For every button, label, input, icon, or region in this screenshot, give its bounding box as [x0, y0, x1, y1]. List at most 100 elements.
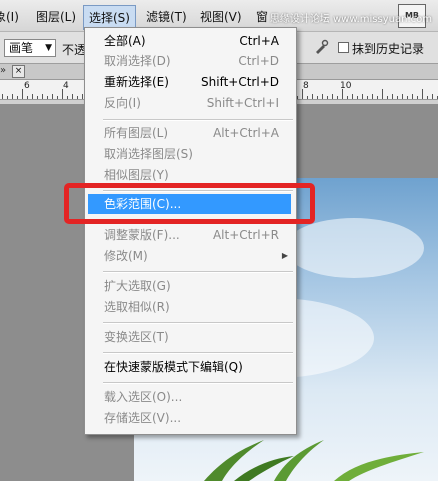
ruler-tick — [72, 94, 73, 99]
menu-separator — [103, 382, 293, 384]
ruler-tick — [332, 94, 333, 99]
menu-image[interactable]: 象(I) — [0, 8, 19, 25]
ruler-tick — [37, 96, 38, 99]
menu-item-label: 调整蒙版(F)... — [104, 228, 180, 242]
brush-label: 画笔 — [9, 41, 34, 55]
erase-to-history-checkbox[interactable] — [338, 42, 349, 53]
ruler-tick — [327, 96, 328, 99]
menu-item-quick-mask[interactable]: 在快速蒙版模式下编辑(Q) — [104, 357, 294, 377]
ruler-tick — [57, 96, 58, 99]
ruler-tick — [422, 89, 423, 99]
menu-item-label: 扩大选取(G) — [104, 279, 171, 293]
menu-item-shortcut: Shift+Ctrl+D — [201, 75, 279, 89]
ruler-tick — [7, 96, 8, 99]
ruler-tick — [342, 89, 343, 99]
ruler-tick — [392, 94, 393, 99]
ruler-tick — [357, 96, 358, 99]
ruler-tick — [297, 96, 298, 99]
menu-item-label: 存储选区(V)... — [104, 411, 182, 425]
ruler-tick — [307, 96, 308, 99]
chevron-down-icon: ▼ — [45, 43, 52, 53]
menu-separator — [103, 322, 293, 324]
menu-item-shortcut: Ctrl+D — [238, 54, 279, 68]
menu-item-reselect[interactable]: 重新选择(E) Shift+Ctrl+D — [104, 72, 294, 92]
brush-preset-select[interactable]: 画笔 ▼ — [4, 39, 56, 57]
ruler-tick — [77, 96, 78, 99]
menu-item-label: 重新选择(E) — [104, 75, 169, 89]
ruler-tick — [407, 96, 408, 99]
menu-view[interactable]: 视图(V) — [200, 8, 242, 25]
ruler-tick — [67, 96, 68, 99]
ruler-tick — [12, 94, 13, 99]
ruler-tick — [367, 96, 368, 99]
ruler-tick — [22, 89, 23, 99]
ruler-tick — [397, 96, 398, 99]
ruler-tick — [27, 96, 28, 99]
menu-item-label: 选取相似(R) — [104, 300, 170, 314]
menu-layer[interactable]: 图层(L) — [36, 8, 76, 25]
ruler-tick — [82, 94, 83, 99]
ruler-number: 6 — [24, 81, 30, 91]
menu-item-label: 取消选择(D) — [104, 54, 171, 68]
menu-item-inverse[interactable]: 反向(I) Shift+Ctrl+I — [104, 93, 294, 113]
menu-item-load-selection[interactable]: 载入选区(O)... — [104, 387, 294, 407]
ruler-tick — [32, 94, 33, 99]
annotation-highlight-box — [64, 183, 315, 224]
menu-item-label: 取消选择图层(S) — [104, 147, 193, 161]
ruler-tick — [17, 96, 18, 99]
ruler-tick — [382, 89, 383, 99]
ruler-tick — [42, 94, 43, 99]
menu-item-similar[interactable]: 选取相似(R) — [104, 297, 294, 317]
menu-item-label: 载入选区(O)... — [104, 390, 183, 404]
submenu-arrow-icon: ▶ — [281, 251, 288, 260]
close-icon[interactable]: × — [12, 65, 25, 78]
ruler-tick — [312, 94, 313, 99]
ruler-tick — [402, 94, 403, 99]
ruler-tick — [372, 94, 373, 99]
ruler-tick — [302, 89, 303, 99]
menu-item-shortcut: Shift+Ctrl+I — [206, 96, 279, 110]
menu-item-shortcut: Alt+Ctrl+A — [213, 126, 279, 140]
ruler-tick — [317, 96, 318, 99]
tab-overflow-icon[interactable]: » — [0, 65, 6, 76]
menu-item-deselect[interactable]: 取消选择(D) Ctrl+D — [104, 51, 294, 71]
menu-item-shortcut: Ctrl+A — [239, 34, 279, 48]
menu-item-label: 相似图层(Y) — [104, 168, 169, 182]
ruler-tick — [417, 96, 418, 99]
watermark: 思缘设计论坛 www.missyuan.com — [269, 14, 432, 25]
ruler-number: 4 — [63, 81, 69, 91]
menu-separator — [103, 352, 293, 354]
menu-separator — [103, 119, 293, 121]
ruler-tick — [412, 94, 413, 99]
ruler-tick — [347, 96, 348, 99]
menu-item-deselect-layers[interactable]: 取消选择图层(S) — [104, 144, 294, 164]
menu-item-label: 所有图层(L) — [104, 126, 169, 140]
menu-item-label: 变换选区(T) — [104, 330, 169, 344]
menu-filter[interactable]: 滤镜(T) — [146, 8, 187, 25]
menu-item-all-layers[interactable]: 所有图层(L) Alt+Ctrl+A — [104, 123, 294, 143]
menu-item-save-selection[interactable]: 存储选区(V)... — [104, 408, 294, 428]
menu-item-similar-layers[interactable]: 相似图层(Y) — [104, 165, 294, 185]
menu-item-label: 修改(M) — [104, 249, 148, 263]
select-menu-dropdown: 全部(A) Ctrl+A 取消选择(D) Ctrl+D 重新选择(E) Shif… — [84, 27, 297, 435]
menu-item-label: 全部(A) — [104, 34, 146, 48]
menu-item-transform-selection[interactable]: 变换选区(T) — [104, 327, 294, 347]
ruler-tick — [337, 96, 338, 99]
ruler-tick — [377, 96, 378, 99]
airbrush-icon[interactable] — [312, 39, 330, 57]
menu-item-refine-mask[interactable]: 调整蒙版(F)... Alt+Ctrl+R — [104, 225, 294, 245]
menu-item-label: 反向(I) — [104, 96, 141, 110]
menu-item-modify[interactable]: 修改(M) ▶ — [104, 246, 294, 266]
menu-item-shortcut: Alt+Ctrl+R — [212, 228, 279, 242]
menu-window[interactable]: 窗 — [256, 8, 268, 25]
ruler-tick — [62, 89, 63, 99]
ruler-tick — [352, 94, 353, 99]
ruler-number: 8 — [303, 81, 309, 91]
ruler-tick — [432, 94, 433, 99]
ruler-tick — [322, 94, 323, 99]
menu-item-grow[interactable]: 扩大选取(G) — [104, 276, 294, 296]
ruler-tick — [52, 94, 53, 99]
menu-item-all[interactable]: 全部(A) Ctrl+A — [104, 31, 294, 51]
ruler-tick — [47, 96, 48, 99]
erase-to-history-label: 抹到历史记录 — [352, 42, 425, 56]
